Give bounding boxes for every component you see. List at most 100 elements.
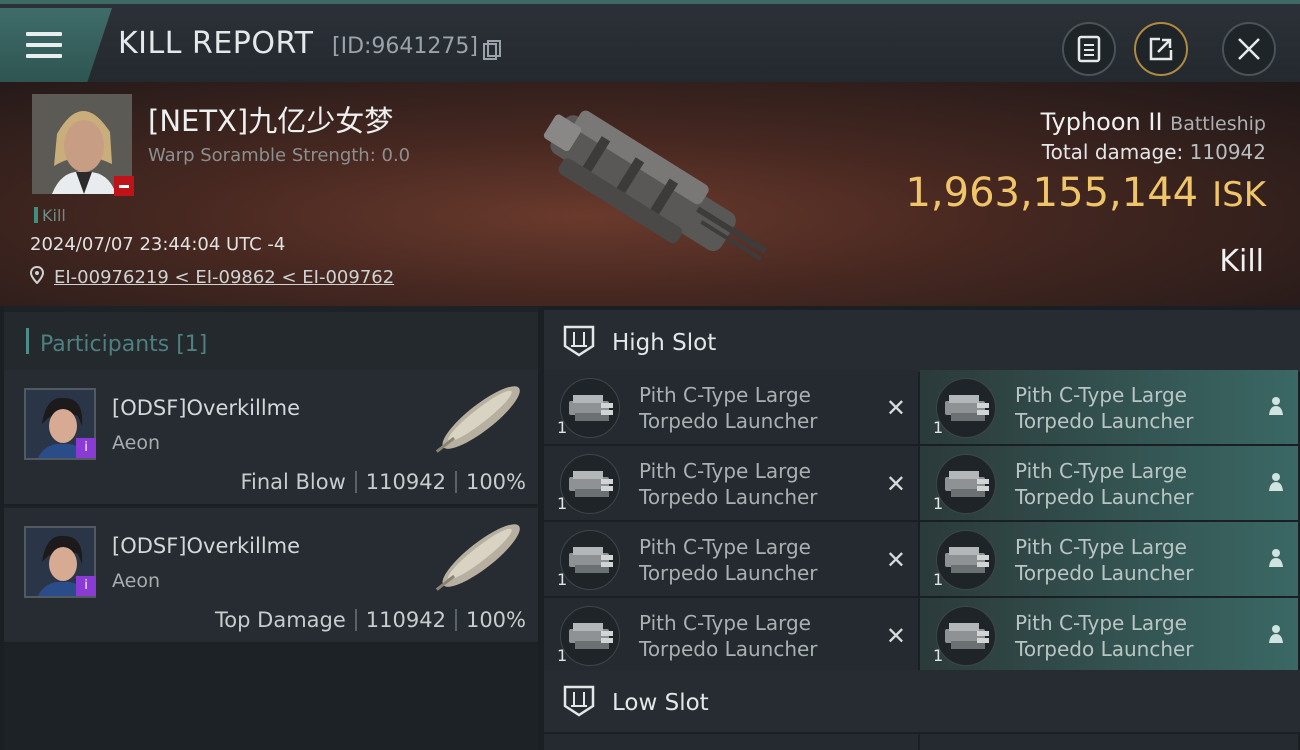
module-name-line2: Torpedo Launcher [639, 561, 818, 585]
participant-stats: Final Blow 110942 100% [240, 470, 526, 494]
module-cell[interactable]: 1 Pith C-Type Large Torpedo Launcher ✕ [544, 446, 918, 520]
module-name: Pith C-Type Large Torpedo Launcher [1015, 458, 1194, 510]
low-slot-icon [563, 685, 595, 717]
module-quantity: 1 [933, 494, 944, 513]
clipboard-button[interactable] [1062, 22, 1116, 76]
module-icon [560, 530, 620, 590]
close-button[interactable] [1222, 22, 1276, 76]
module-name: Pith C-Type Large Torpedo Launcher [639, 534, 818, 586]
copy-icon[interactable] [483, 40, 501, 60]
ship-image[interactable] [510, 96, 790, 286]
module-name-line2: Torpedo Launcher [1015, 409, 1194, 433]
module-cell[interactable] [920, 734, 1298, 750]
module-quantity: 1 [557, 494, 568, 513]
participant-name[interactable]: [ODSF]Overkillme [112, 534, 300, 558]
participant-stats: Top Damage 110942 100% [215, 608, 526, 632]
page-title: KILL REPORT [118, 26, 314, 61]
ship-class: Battleship [1170, 113, 1266, 135]
module-name-line2: Torpedo Launcher [639, 409, 818, 433]
participant-row[interactable]: i [ODSF]Overkillme Aeon Final Blow 110942… [4, 370, 538, 506]
participant-role: Top Damage [215, 608, 346, 632]
module-icon [560, 378, 620, 438]
victim-name[interactable]: [NETX]九亿少女梦 [148, 98, 393, 140]
module-name-line1: Pith C-Type Large [639, 611, 811, 635]
x-icon: ✕ [885, 470, 906, 498]
high-slot-header: High Slot [544, 310, 1300, 372]
module-icon [560, 606, 620, 666]
module-icon [936, 454, 996, 514]
module-quantity: 1 [933, 418, 944, 437]
module-name: Pith C-Type Large Torpedo Launcher [639, 382, 818, 434]
module-cell[interactable]: 1 Pith C-Type Large Torpedo Launcher ✕ [544, 370, 918, 444]
high-slot-icon [563, 325, 595, 357]
module-cell[interactable]: 1 Pith C-Type Large Torpedo Launcher [920, 598, 1298, 672]
result-label: Kill [1219, 244, 1264, 279]
info-badge[interactable]: i [76, 438, 96, 458]
location-link[interactable]: EI-00976219 < EI-09862 < EI-009762 [54, 267, 394, 288]
module-quantity: 1 [557, 418, 568, 437]
module-cell[interactable]: 1 Pith C-Type Large Torpedo Launcher [920, 446, 1298, 520]
participant-damage: 110942 [365, 608, 446, 632]
kill-datetime: 2024/07/07 23:44:04 UTC -4 [30, 234, 286, 255]
module-name-line1: Pith C-Type Large [639, 459, 811, 483]
module-quantity: 1 [933, 570, 944, 589]
module-name-line2: Torpedo Launcher [1015, 561, 1194, 585]
participant-corp: Aeon [112, 570, 161, 592]
module-name: Pith C-Type Large Torpedo Launcher [639, 458, 818, 510]
module-cell[interactable]: 1 Pith C-Type Large Torpedo Launcher [920, 522, 1298, 596]
isk-unit: ISK [1212, 175, 1266, 215]
module-cell[interactable] [544, 734, 918, 750]
total-damage: Total damage: 110942 [1042, 140, 1266, 164]
participant-role: Final Blow [240, 470, 346, 494]
module-quantity: 1 [933, 646, 944, 665]
module-icon [936, 530, 996, 590]
module-quantity: 1 [557, 570, 568, 589]
ship-name: Typhoon II [1040, 108, 1163, 136]
module-cell[interactable]: 1 Pith C-Type Large Torpedo Launcher [920, 370, 1298, 444]
person-icon [1269, 625, 1283, 643]
module-quantity: 1 [557, 646, 568, 665]
kill-tag: Kill [34, 206, 66, 225]
module-name-line2: Torpedo Launcher [639, 637, 818, 661]
module-icon [936, 378, 996, 438]
share-button[interactable] [1134, 22, 1188, 76]
ship-type[interactable]: Typhoon II Battleship [1041, 108, 1266, 136]
module-cell[interactable]: 1 Pith C-Type Large Torpedo Launcher ✕ [544, 522, 918, 596]
clipboard-icon [1077, 35, 1101, 63]
person-icon [1269, 397, 1283, 415]
module-cell[interactable]: 1 Pith C-Type Large Torpedo Launcher ✕ [544, 598, 918, 672]
person-icon [1269, 549, 1283, 567]
module-name-line2: Torpedo Launcher [639, 485, 818, 509]
module-name-line1: Pith C-Type Large [1015, 459, 1187, 483]
person-icon [1269, 473, 1283, 491]
module-name: Pith C-Type Large Torpedo Launcher [1015, 610, 1194, 662]
kill-id: [ID:9641275] [332, 34, 478, 59]
participant-ship-image[interactable] [420, 378, 536, 462]
x-icon: ✕ [885, 622, 906, 650]
x-icon: ✕ [885, 546, 906, 574]
module-name-line1: Pith C-Type Large [1015, 383, 1187, 407]
isk-value: 1,963,155,144 [905, 170, 1199, 216]
participant-percent: 100% [465, 608, 526, 632]
menu-tab[interactable] [0, 8, 112, 82]
x-icon: ✕ [885, 394, 906, 422]
participant-ship-image[interactable] [420, 516, 536, 600]
module-name: Pith C-Type Large Torpedo Launcher [639, 610, 818, 662]
close-icon [1238, 38, 1260, 60]
participant-row[interactable]: i [ODSF]Overkillme Aeon Top Damage 110942… [4, 508, 538, 644]
module-name-line1: Pith C-Type Large [1015, 611, 1187, 635]
low-slot-title: Low Slot [612, 690, 709, 716]
top-bar: KILL REPORT [ID:9641275] [0, 0, 1300, 82]
module-name: Pith C-Type Large Torpedo Launcher [1015, 382, 1194, 434]
module-name-line1: Pith C-Type Large [639, 383, 811, 407]
kill-banner: [NETX]九亿少女梦 Warp Soramble Strength: 0.0 … [0, 82, 1300, 306]
fitting-panel: High Slot 1 Pith C-Type Large Torpedo Laun… [544, 306, 1300, 750]
module-name-line1: Pith C-Type Large [639, 535, 811, 559]
hamburger-icon[interactable] [26, 32, 62, 60]
participant-name[interactable]: [ODSF]Overkillme [112, 396, 300, 420]
total-damage-label: Total damage: [1041, 140, 1184, 164]
participant-damage: 110942 [365, 470, 446, 494]
module-icon [936, 606, 996, 666]
info-badge[interactable]: i [76, 576, 96, 596]
module-name-line2: Torpedo Launcher [1015, 637, 1194, 661]
